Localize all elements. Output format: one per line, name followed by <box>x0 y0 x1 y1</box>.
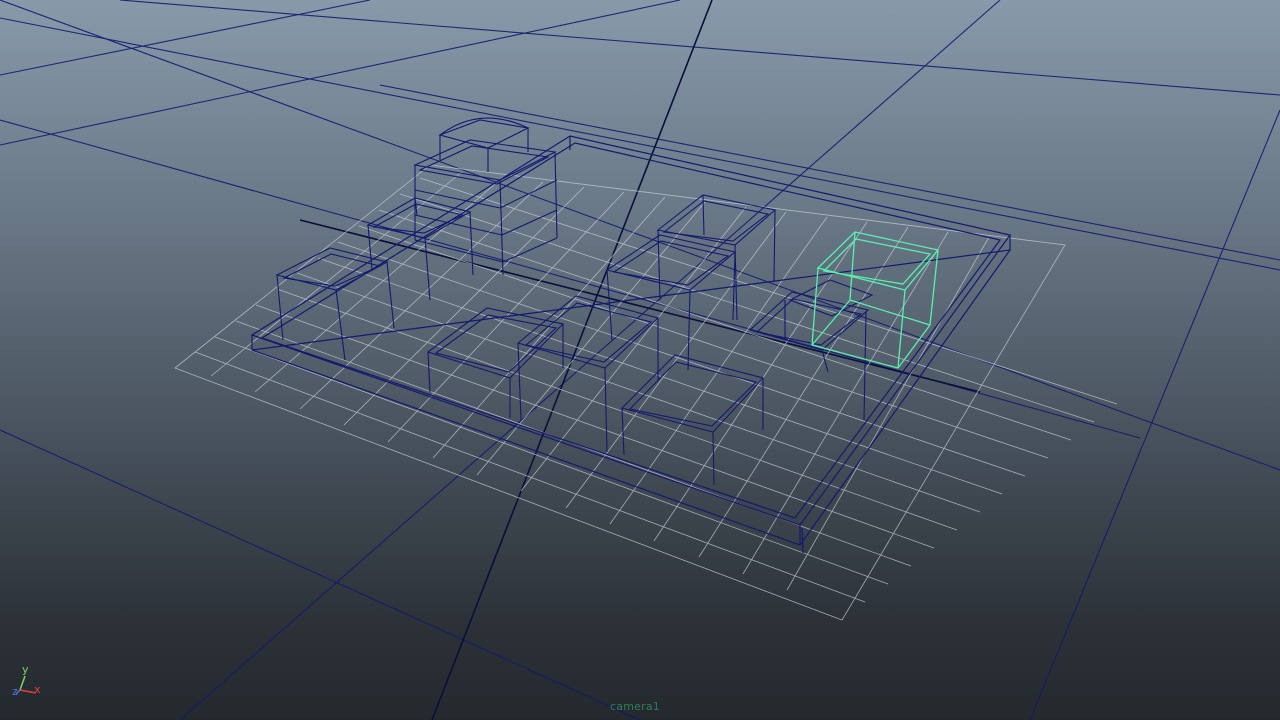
camera-name-label: camera1 <box>610 700 660 713</box>
building-far-left-wireframe <box>275 247 395 361</box>
building-center-back-wireframe <box>656 194 777 321</box>
world-grid <box>0 0 1280 720</box>
maya-viewport[interactable]: y x z camera1 <box>0 0 1280 720</box>
axis-z-label: z <box>12 685 18 698</box>
axis-gizmo: y x z <box>10 664 46 700</box>
building-front-right-wireframe <box>620 354 765 486</box>
scene-canvas[interactable] <box>0 0 1280 720</box>
axis-y-label: y <box>22 663 29 676</box>
axis-x-label: x <box>34 683 41 696</box>
selected-box-wireframe[interactable] <box>811 231 940 369</box>
